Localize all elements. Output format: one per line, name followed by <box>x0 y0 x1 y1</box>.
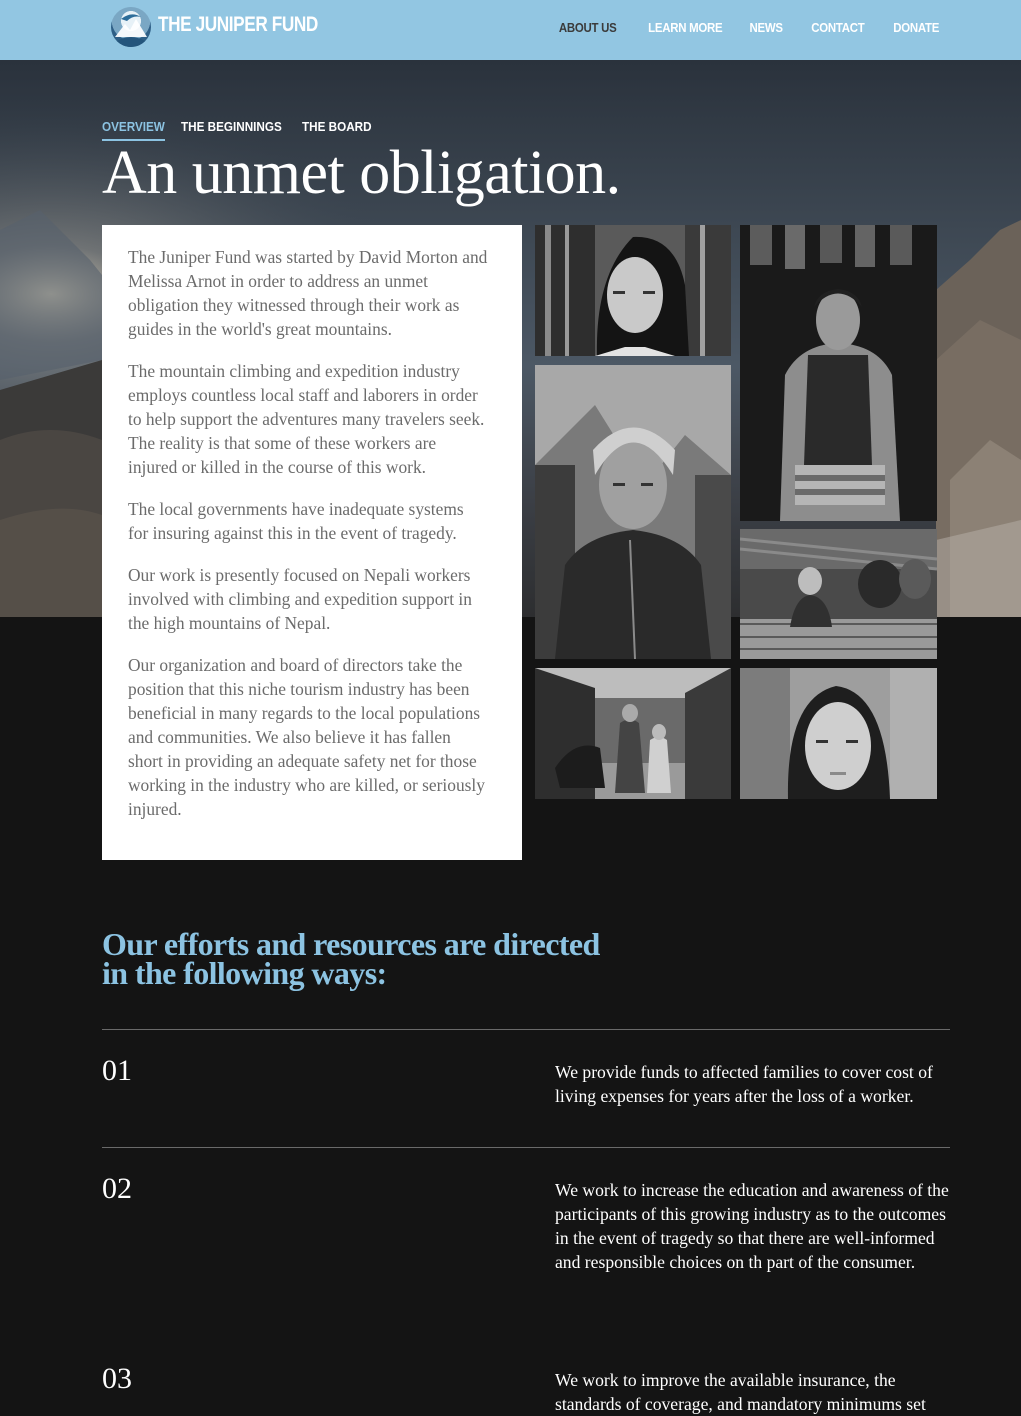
juniper-logo-icon[interactable] <box>111 7 151 47</box>
nav-contact[interactable]: CONTACT <box>812 20 865 35</box>
brand-name[interactable]: THE JUNIPER FUND <box>158 13 318 37</box>
divider <box>102 1147 950 1148</box>
efforts-heading: Our efforts and resources are directed i… <box>102 926 600 991</box>
photo-seated-man-portrait[interactable] <box>740 225 937 521</box>
intro-paragraph: Our work is presently focused on Nepali … <box>128 565 472 633</box>
site-header: THE JUNIPER FUND ABOUT US LEARN MORE NEW… <box>0 0 1021 60</box>
intro-paragraph: The mountain climbing and expedition ind… <box>128 361 485 477</box>
nav-learn-more[interactable]: LEARN MORE <box>648 20 723 35</box>
effort-description: We provide funds to affected families to… <box>555 1062 933 1106</box>
effort-number: 02 <box>102 1172 132 1205</box>
nav-news[interactable]: NEWS <box>749 20 783 35</box>
nav-about-us[interactable]: ABOUT US <box>559 20 617 35</box>
photo-woman-in-headscarf-portrait[interactable] <box>535 365 731 659</box>
photo-woman-close-portrait[interactable] <box>740 668 937 799</box>
effort-number: 03 <box>102 1362 132 1395</box>
intro-paragraph: The local governments have inadequate sy… <box>128 499 464 543</box>
nav-donate[interactable]: DONATE <box>893 20 939 35</box>
intro-paragraph: Our organization and board of directors … <box>128 655 485 819</box>
photo-child-in-kitchen[interactable] <box>740 529 937 659</box>
page-headline: An unmet obligation. <box>102 139 621 207</box>
photo-young-woman-portrait[interactable] <box>535 225 731 356</box>
effort-number: 01 <box>102 1054 132 1087</box>
photo-villagers-with-yak[interactable] <box>535 668 731 799</box>
intro-text-box: The Juniper Fund was started by David Mo… <box>102 225 522 860</box>
divider <box>102 1029 950 1030</box>
effort-description: We work to increase the education and aw… <box>555 1180 949 1272</box>
intro-paragraph: The Juniper Fund was started by David Mo… <box>128 247 488 339</box>
main-nav: ABOUT US LEARN MORE NEWS CONTACT DONATE <box>529 20 940 35</box>
effort-description: We work to improve the available insuran… <box>555 1370 926 1414</box>
